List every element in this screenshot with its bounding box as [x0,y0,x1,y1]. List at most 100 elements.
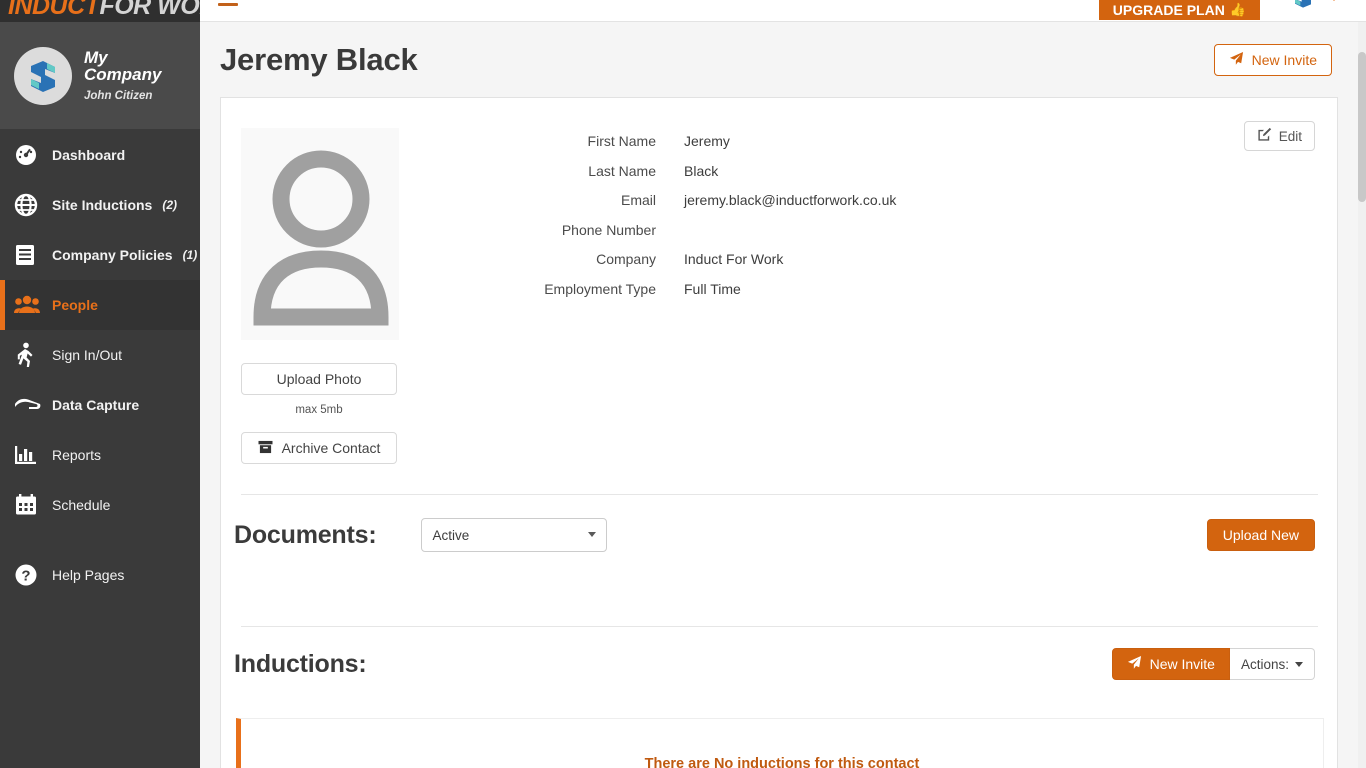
upload-new-button[interactable]: Upload New [1206,519,1315,551]
max-size-hint: max 5mb [295,404,343,416]
field-value: Jeremy [684,133,730,149]
hamburger-bar [218,3,238,6]
page-title: Jeremy Black [220,41,418,77]
sidebar-item-label: Dashboard [52,147,126,163]
new-invite-button-header[interactable]: New Invite [1213,43,1332,76]
profile-fields: First Name Jeremy Last Name Black Email … [501,133,1121,310]
actions-dropdown-button[interactable]: Actions: [1229,648,1315,680]
photo-column: Upload Photo max 5mb Archive Contact [241,128,421,464]
avatar [241,128,399,340]
company-block[interactable]: My Company John Citizen [0,22,200,130]
chevron-down-icon [1295,661,1303,667]
sidebar-item-count: (2) [162,198,178,212]
company-name: My Company [84,47,162,85]
page-scrollbar[interactable] [1358,22,1366,768]
profile-field-row: Employment Type Full Time [501,281,1121,297]
page-scrollbar-thumb[interactable] [1358,52,1366,202]
sidebar-item-label: Help Pages [52,567,125,583]
brand-logo[interactable]: INDUCTFOR WORK [0,0,200,22]
sidebar-item-company-policies[interactable]: Company Policies (1) [0,230,200,280]
inductions-title: Inductions: [234,649,367,678]
calendar-icon [14,493,48,517]
field-label: Phone Number [561,221,656,238]
inductions-button-group: New Invite Actions: [1111,648,1315,680]
people-group-icon [14,294,48,316]
sidebar-item-help-pages[interactable]: ? Help Pages [0,550,200,600]
chevron-down-icon [588,532,597,537]
profile-field-row: Last Name Black [501,163,1121,179]
section-divider [241,494,1318,495]
chevron-down-icon [1328,0,1340,1]
sidebar-item-count: (1) [182,248,198,262]
question-circle-icon: ? [14,563,48,587]
inductions-empty-alert: There are No inductions for this contact [236,718,1324,768]
main-content: Jeremy Black New Invite Edit Upload Phot… [200,22,1358,768]
svg-text:?: ? [21,568,30,585]
inductions-section: Inductions: New Invite Actions: [221,648,1337,680]
inductions-empty-message: There are No inductions for this contact [644,756,920,768]
field-value: Induct For Work [684,251,784,267]
field-value: jeremy.black@inductforwork.co.uk [684,192,897,208]
page-header: Jeremy Black New Invite [200,22,1358,97]
sidebar-item-label: People [52,297,98,313]
field-label: Employment Type [544,280,656,297]
thumbs-up-icon: 👍 [1229,2,1246,17]
field-label: Email [620,192,656,208]
sidebar-item-label: Schedule [52,497,111,513]
profile-field-row: Company Induct For Work [501,251,1121,267]
profile-logo-icon [1286,0,1320,14]
new-invite-button-inductions[interactable]: New Invite [1111,648,1230,680]
profile-row: Upload Photo max 5mb Archive Contact Fir… [221,98,1337,498]
archive-box-icon [258,440,273,457]
field-label: Last Name [588,162,656,179]
documents-header-row: Documents: Active Upload New [221,518,1337,552]
user-placeholder-icon [253,150,389,326]
archive-contact-label: Archive Contact [281,440,381,456]
brand-logo-part2: FOR WORK [99,0,200,20]
actions-label: Actions: [1240,656,1289,672]
documents-filter-select[interactable]: Active [421,518,608,552]
sidebar-item-label: Site Inductions [52,197,153,213]
company-meta: My Company John Citizen [84,47,184,103]
hand-holding-icon [14,396,48,414]
sidebar-item-label: Company Policies [52,247,173,263]
upgrade-plan-label: UPGRADE PLAN [1112,2,1225,18]
sidebar-item-site-inductions[interactable]: Site Inductions (2) [0,180,200,230]
upload-photo-label: Upload Photo [276,371,362,387]
upgrade-plan-button[interactable]: UPGRADE PLAN 👍 [1098,0,1260,20]
sidebar-item-dashboard[interactable]: Dashboard [0,130,200,180]
top-bar: UPGRADE PLAN 👍 [200,0,1366,22]
contact-card: Edit Upload Photo max 5mb Archive Contac… [220,97,1338,768]
bar-chart-icon [14,444,48,466]
sidebar-item-data-capture[interactable]: Data Capture [0,380,200,430]
sidebar-item-sign-in-out[interactable]: Sign In/Out [0,330,200,380]
hamburger-menu-icon[interactable] [218,0,238,9]
sidebar-item-people[interactable]: People [0,280,200,330]
upload-photo-button[interactable]: Upload Photo [241,363,397,395]
sidebar-item-label: Sign In/Out [52,347,123,363]
brand-logo-part1: INDUCT [8,0,100,20]
walking-person-icon [14,342,48,368]
documents-filter-value: Active [432,527,470,543]
documents-section: Documents: Active Upload New [221,518,1337,648]
brand-logo-text: INDUCTFOR WORK [8,0,200,21]
paper-plane-icon [1229,51,1244,69]
paper-plane-icon [1127,655,1142,673]
field-value: Full Time [684,280,741,297]
upload-new-label: Upload New [1222,527,1299,543]
profile-field-row: First Name Jeremy [501,133,1121,149]
profile-field-row: Phone Number [501,222,1121,238]
new-invite-label: New Invite [1149,656,1215,672]
inductions-header-row: Inductions: New Invite Actions: [221,648,1337,680]
sidebar: INDUCTFOR WORK My Company John Citizen D… [0,0,200,768]
sidebar-item-reports[interactable]: Reports [0,430,200,480]
book-icon [14,243,48,267]
profile-field-row: Email jeremy.black@inductforwork.co.uk [501,192,1121,208]
dashboard-gauge-icon [14,143,48,167]
section-divider [241,626,1318,627]
profile-menu[interactable] [1286,0,1340,14]
field-label: First Name [587,133,656,149]
app-root: INDUCTFOR WORK My Company John Citizen D… [0,0,1366,768]
sidebar-item-schedule[interactable]: Schedule [0,480,200,530]
archive-contact-button[interactable]: Archive Contact [241,432,397,464]
